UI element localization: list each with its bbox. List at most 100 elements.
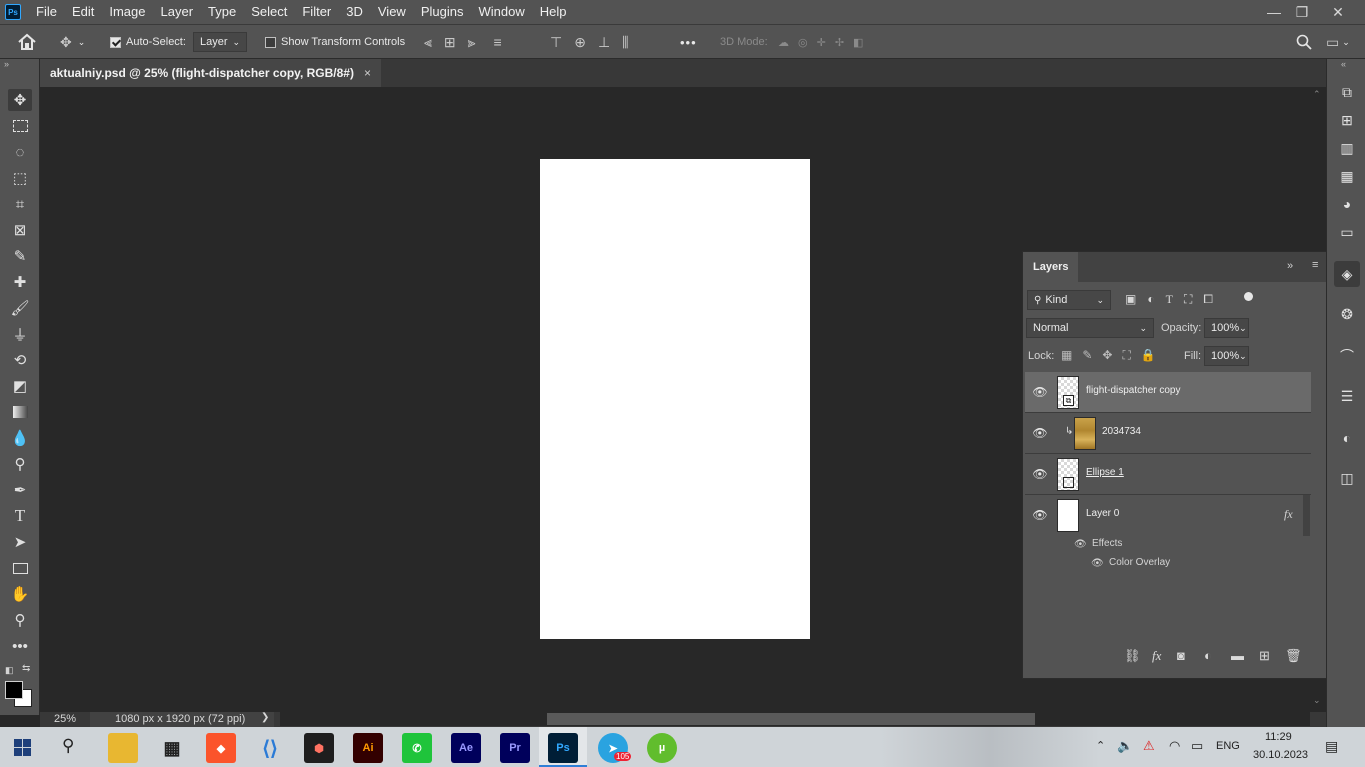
fill-field[interactable]: 100% ⌄ [1204,346,1249,366]
auto-select-toggle[interactable]: Auto-Select: [110,25,186,59]
lock-artboard-icon[interactable]: ⛶ [1122,348,1130,363]
layer-row-2034734[interactable]: 👁 ↳ 2034734 [1025,413,1311,454]
layer-row-ellipse-1[interactable]: 👁 Ellipse 1 [1025,454,1311,495]
status-menu-arrow[interactable]: ❯ [261,712,269,723]
document-tab[interactable]: aktualniy.psd @ 25% (flight-dispatcher c… [40,59,381,87]
distribute-icon[interactable]: ≡ [494,34,502,50]
effects-eye-icon[interactable]: 👁 [1074,539,1087,550]
notifications-icon[interactable]: ▤ [1325,738,1338,755]
warning-icon[interactable]: ⚠ [1143,738,1155,754]
move-tool[interactable]: ✥ [8,89,32,111]
eraser-tool[interactable]: ◩ [8,375,32,397]
layer-name[interactable]: 2034734 [1102,426,1141,437]
vscode-icon[interactable]: ⟨⟩ [255,733,285,763]
distribute-vertical-icon[interactable]: ⫼ [622,34,628,51]
eyedropper-tool[interactable]: ✎ [8,245,32,267]
photoshop-taskbar-icon[interactable]: Ps [548,733,578,763]
hand-tool[interactable]: ✋ [8,583,32,605]
layers-panel-button[interactable]: ◈ [1334,261,1360,287]
layers-tab[interactable]: Layers [1023,252,1079,282]
menu-view[interactable]: View [371,0,414,24]
type-filter-icon[interactable]: T [1166,292,1173,307]
type-tool[interactable]: T [8,505,32,527]
wifi-icon[interactable]: ◠ [1169,738,1180,754]
collapse-dock-icon[interactable]: « [1341,59,1346,69]
comments-panel-button[interactable]: ▭ [1336,221,1358,243]
layer-row-layer-0[interactable]: 👁 Layer 0 fx ⌃ 👁 Effects 👁 Color Overlay [1025,495,1311,573]
more-options-button[interactable]: ••• [680,25,697,59]
link-layers-icon[interactable]: ⛓ [1124,648,1141,664]
language-indicator[interactable]: ENG [1216,740,1240,752]
filter-kind-dropdown[interactable]: ⚲ Kind ⌄ [1027,290,1111,310]
pen-tool[interactable]: ✒ [8,479,32,501]
edit-toolbar-button[interactable]: ••• [8,635,32,657]
clock-time[interactable]: 11:29 [1265,731,1292,743]
document-canvas[interactable] [540,159,810,639]
adjustment-filter-icon[interactable]: ◐ [1147,292,1154,307]
foreground-color-swatch[interactable] [5,681,23,699]
utorrent-icon[interactable]: µ [647,733,677,763]
default-colors-icon[interactable]: ◧ [5,665,14,676]
visibility-eye-icon[interactable]: 👁 [1032,385,1047,399]
menu-3d[interactable]: 3D [339,0,371,24]
volume-icon[interactable]: 🔈 [1117,738,1133,754]
layer-name[interactable]: Layer 0 [1086,508,1119,519]
phone-app-icon[interactable]: ✆ [402,733,432,763]
layer-name[interactable]: Ellipse 1 [1086,467,1124,478]
blend-mode-dropdown[interactable]: Normal ⌄ [1026,318,1154,338]
channels-panel-button[interactable]: ❂ [1336,303,1358,325]
workspace-button[interactable]: ▭ ⌄ [1326,25,1350,59]
transform-controls-toggle[interactable]: Show Transform Controls [265,25,405,59]
add-mask-icon[interactable]: ◙ [1177,648,1185,663]
menu-type[interactable]: Type [201,0,244,24]
layer-name[interactable]: flight-dispatcher copy [1086,385,1181,396]
add-style-icon[interactable]: fx [1152,648,1161,664]
gradient-tool[interactable] [8,401,32,423]
color-overlay-effect[interactable]: Color Overlay [1109,557,1170,568]
collapse-panel-icon[interactable]: » [1287,260,1293,272]
store-icon[interactable]: ▦ [157,733,187,763]
filter-toggle[interactable] [1244,292,1253,301]
swap-colors-icon[interactable]: ⇆ [22,663,30,674]
battery-icon[interactable]: ▭ [1191,738,1203,754]
lasso-tool[interactable]: ◌ [8,141,32,163]
search-icon[interactable]: ⚲ [62,736,74,756]
transform-controls-checkbox[interactable] [265,36,276,48]
3d-orbit-icon[interactable]: ☁ [778,36,789,49]
libraries-panel-button[interactable]: ◫ [1336,467,1358,489]
align-middle-icon[interactable]: ⊕ [574,34,586,51]
swatches-panel-button[interactable]: ⊞ [1336,109,1358,131]
zoom-level[interactable]: 25% [54,713,76,725]
move-tool-preset[interactable]: ✥ ⌄ [60,25,85,59]
history-brush-tool[interactable]: ⟲ [8,349,32,371]
pixel-filter-icon[interactable]: ▣ [1125,292,1136,307]
maximize-button[interactable]: ❐ [1286,0,1318,24]
rectangle-tool[interactable] [8,557,32,579]
shape-filter-icon[interactable]: ⛶ [1184,292,1192,307]
menu-edit[interactable]: Edit [65,0,102,24]
illustrator-icon[interactable]: Ai [353,733,383,763]
lock-transparent-icon[interactable]: ▦ [1061,348,1072,363]
collapse-toolbar-icon[interactable]: » [4,59,9,69]
layer-effects-icon[interactable]: fx [1284,507,1293,522]
visibility-eye-icon[interactable]: 👁 [1032,426,1047,440]
paths-panel-button[interactable]: ⌒ [1336,345,1358,367]
new-group-icon[interactable]: ▬ [1231,648,1244,663]
patterns-panel-button[interactable]: ▦ [1336,165,1358,187]
dodge-tool[interactable]: ⚲ [8,453,32,475]
new-layer-icon[interactable]: ⊞ [1259,648,1270,664]
3d-scale-icon[interactable]: ◧ [853,36,863,49]
menu-plugins[interactable]: Plugins [414,0,472,24]
menu-window[interactable]: Window [471,0,532,24]
scroll-down-icon[interactable]: ⌄ [1313,695,1321,706]
close-window-button[interactable]: ✕ [1322,0,1354,24]
align-right-icon[interactable]: ⫸ [468,34,476,51]
start-button[interactable] [14,739,31,756]
home-button[interactable] [17,25,37,59]
zoom-tool[interactable]: ⚲ [8,609,32,631]
3d-slide-icon[interactable]: ✢ [835,36,844,49]
after-effects-icon[interactable]: Ae [451,733,481,763]
align-top-icon[interactable]: ⊤ [550,34,562,51]
crop-tool[interactable]: ⌗ [8,193,32,215]
align-left-icon[interactable]: ⫷ [424,34,432,51]
